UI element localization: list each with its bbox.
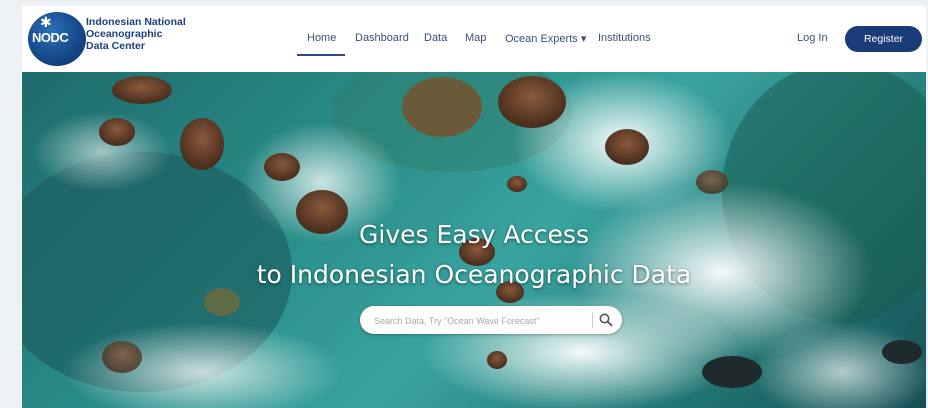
logo-badge-text: NODC [32, 30, 69, 45]
hero-title-line-1: Gives Easy Access [359, 220, 589, 249]
hero-banner: Gives Easy Access to Indonesian Oceanogr… [22, 72, 926, 408]
search-divider [592, 312, 593, 328]
site-header: ✱ NODC Indonesian National Oceanographic… [22, 6, 926, 72]
logo-line-1: Indonesian National [86, 16, 186, 28]
data-search-bar [360, 306, 622, 334]
search-icon[interactable] [598, 312, 614, 328]
nodc-logo-icon[interactable]: ✱ NODC [28, 12, 86, 66]
logo-line-2: Oceanographic [86, 28, 163, 40]
register-button[interactable]: Register [845, 26, 922, 52]
snowflake-icon: ✱ [40, 14, 52, 30]
logo-wordmark[interactable]: Indonesian National Oceanographic Data C… [86, 16, 196, 52]
logo-line-3: Data Center [86, 40, 145, 52]
nav-item-map[interactable]: Map [465, 32, 486, 44]
nav-item-ocean-experts[interactable]: Ocean Experts ▾ [505, 32, 586, 45]
page-frame: ✱ NODC Indonesian National Oceanographic… [22, 6, 926, 408]
nav-item-home[interactable]: Home [307, 32, 336, 44]
nav-item-dashboard[interactable]: Dashboard [355, 32, 409, 44]
search-input[interactable] [372, 311, 596, 331]
active-nav-indicator [297, 54, 345, 56]
nav-item-institutions[interactable]: Institutions [598, 32, 651, 44]
login-link[interactable]: Log In [797, 32, 828, 44]
hero-title-line-2: to Indonesian Oceanographic Data [256, 260, 692, 289]
nav-item-data[interactable]: Data [424, 32, 447, 44]
